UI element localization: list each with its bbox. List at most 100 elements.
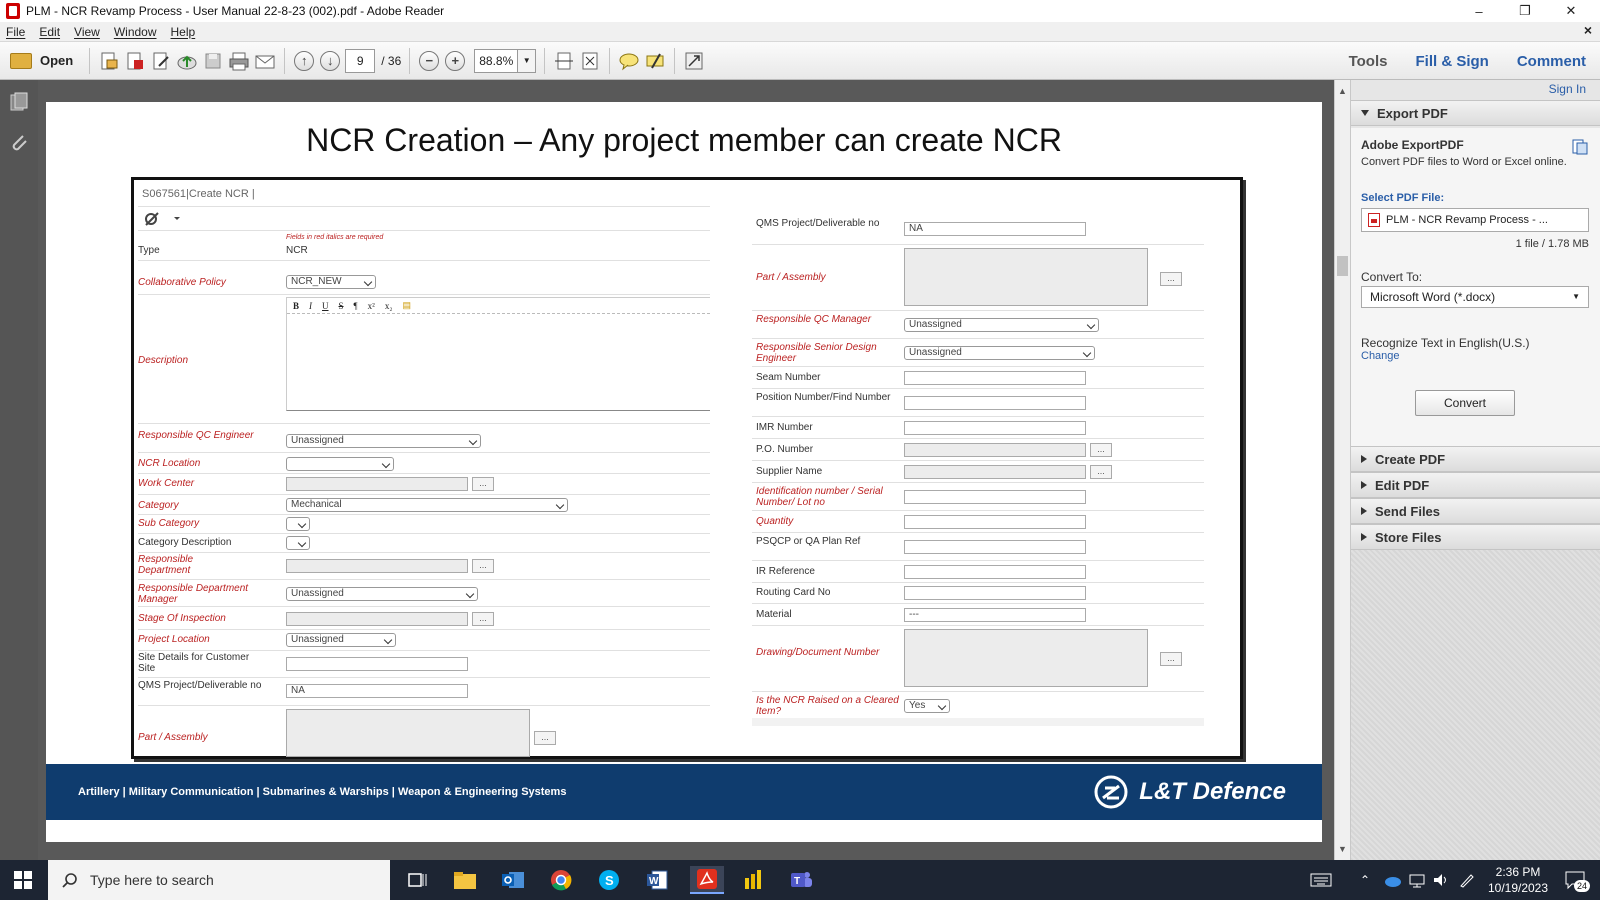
identification-number-field[interactable] (904, 490, 1086, 504)
open-button[interactable]: Open (2, 47, 81, 75)
po-number-field[interactable] (904, 443, 1086, 457)
scroll-up-icon[interactable]: ▲ (1338, 86, 1347, 96)
power-bi-icon[interactable] (738, 866, 768, 894)
volume-icon[interactable] (1432, 860, 1450, 900)
position-number-field[interactable] (904, 396, 1086, 410)
convert-button[interactable]: Convert (1415, 390, 1515, 416)
responsible-qc-manager-select[interactable]: Unassigned (904, 318, 1099, 332)
keyboard-icon[interactable] (1310, 860, 1332, 900)
zoom-in-icon[interactable]: + (442, 48, 468, 74)
stage-of-inspection-field[interactable] (286, 612, 468, 626)
pdf-convert-icon[interactable] (122, 48, 148, 74)
routing-card-field[interactable] (904, 586, 1086, 600)
zoom-input[interactable]: 88.8% (474, 48, 519, 73)
tools-link[interactable]: Tools (1335, 53, 1402, 70)
attachment-icon[interactable] (9, 132, 29, 154)
stage-of-inspection-browse-button[interactable]: ... (472, 612, 494, 626)
adobe-reader-icon[interactable] (690, 866, 724, 894)
next-page-icon[interactable]: ↓ (317, 48, 343, 74)
part-assembly-browse-button-right[interactable]: ... (1160, 272, 1182, 286)
paragraph-button[interactable]: ¶ (354, 301, 358, 311)
responsible-department-manager-select[interactable]: Unassigned (286, 587, 478, 601)
vertical-scrollbar[interactable]: ▲ ▼ (1334, 80, 1350, 860)
imr-number-field[interactable] (904, 421, 1086, 435)
seam-number-field[interactable] (904, 371, 1086, 385)
comment-link[interactable]: Comment (1503, 53, 1600, 70)
send-files-header[interactable]: Send Files (1351, 498, 1600, 524)
export-pdf-header[interactable]: Export PDF (1351, 100, 1600, 126)
notification-center-icon[interactable]: 24 (1560, 860, 1591, 900)
edit-document-icon[interactable] (148, 48, 174, 74)
upload-cloud-icon[interactable] (174, 48, 200, 74)
material-field[interactable]: --- (904, 608, 1086, 622)
edit-pdf-header[interactable]: Edit PDF (1351, 472, 1600, 498)
chrome-icon[interactable] (546, 866, 576, 894)
task-view-icon[interactable] (402, 866, 432, 894)
qms-project-field-right[interactable]: NA (904, 222, 1086, 236)
po-number-browse-button[interactable]: ... (1090, 443, 1112, 457)
previous-page-icon[interactable]: ↑ (291, 48, 317, 74)
full-screen-icon[interactable] (681, 48, 707, 74)
page-number-input[interactable]: 9 (345, 48, 376, 73)
store-files-header[interactable]: Store Files (1351, 524, 1600, 550)
selected-file-field[interactable]: PLM - NCR Revamp Process - ... (1361, 208, 1589, 232)
image-button[interactable]: ▤ (402, 300, 411, 311)
word-icon[interactable]: W (642, 866, 672, 894)
windows-start-icon[interactable] (14, 871, 32, 889)
sign-in-link[interactable]: Sign In (1549, 82, 1586, 96)
sub-category-select[interactable] (286, 517, 310, 531)
psqcp-field[interactable] (904, 540, 1086, 554)
responsible-qc-engineer-select[interactable]: Unassigned (286, 434, 481, 448)
category-select[interactable]: Mechanical (286, 498, 568, 512)
underline-button[interactable]: U (322, 301, 329, 311)
responsible-department-browse-button[interactable]: ... (472, 559, 494, 573)
menu-file[interactable]: File (6, 25, 25, 39)
responsible-department-field[interactable] (286, 559, 468, 573)
part-assembly-field-right[interactable] (904, 248, 1148, 306)
bold-button[interactable]: B (293, 301, 299, 311)
fit-page-icon[interactable] (577, 48, 603, 74)
skype-icon[interactable]: S (594, 866, 624, 894)
network-icon[interactable] (1408, 860, 1426, 900)
show-hidden-icons[interactable]: ⌃ (1360, 860, 1370, 900)
menu-edit[interactable]: Edit (39, 25, 60, 39)
create-pdf-icon[interactable] (96, 48, 122, 74)
convert-to-select[interactable]: Microsoft Word (*.docx) ▼ (1361, 286, 1589, 308)
part-assembly-field[interactable] (286, 709, 530, 757)
fill-sign-link[interactable]: Fill & Sign (1401, 53, 1502, 70)
menu-view[interactable]: View (74, 25, 100, 39)
quantity-field[interactable] (904, 515, 1086, 529)
file-explorer-icon[interactable] (450, 866, 480, 894)
teams-icon[interactable]: T (786, 866, 816, 894)
qms-project-field[interactable]: NA (286, 684, 468, 698)
close-document-icon[interactable]: × (1584, 22, 1592, 38)
export-info-icon[interactable] (1571, 138, 1589, 156)
close-button[interactable]: ✕ (1548, 0, 1594, 22)
minimize-button[interactable]: – (1456, 0, 1502, 22)
ir-reference-field[interactable] (904, 565, 1086, 579)
print-icon[interactable] (226, 48, 252, 74)
ncr-location-select[interactable] (286, 457, 394, 471)
drawing-number-browse-button[interactable]: ... (1160, 652, 1182, 666)
pages-icon[interactable] (9, 92, 29, 112)
document-view[interactable]: NCR Creation – Any project member can cr… (38, 80, 1334, 860)
fit-width-icon[interactable] (551, 48, 577, 74)
save-icon[interactable] (200, 48, 226, 74)
drawing-number-field[interactable] (904, 629, 1148, 687)
strike-button[interactable]: S (339, 301, 344, 311)
tools-menu-icon[interactable] (142, 210, 182, 228)
zoom-dropdown-icon[interactable]: ▼ (518, 48, 537, 73)
description-editor[interactable]: B I U S ¶ x² x₂ ▤ (286, 297, 710, 411)
onedrive-sync-icon[interactable] (1384, 860, 1402, 900)
work-center-field[interactable] (286, 477, 468, 491)
category-description-select[interactable] (286, 536, 310, 550)
supplier-name-field[interactable] (904, 465, 1086, 479)
taskbar-search[interactable]: Type here to search (48, 860, 390, 900)
subscript-button[interactable]: x₂ (385, 301, 393, 311)
collaborative-policy-select[interactable]: NCR_NEW (286, 275, 376, 289)
responsible-senior-design-engineer-select[interactable]: Unassigned (904, 346, 1095, 360)
work-center-browse-button[interactable]: ... (472, 477, 494, 491)
zoom-out-icon[interactable]: − (416, 48, 442, 74)
superscript-button[interactable]: x² (368, 301, 375, 311)
project-location-select[interactable]: Unassigned (286, 633, 396, 647)
